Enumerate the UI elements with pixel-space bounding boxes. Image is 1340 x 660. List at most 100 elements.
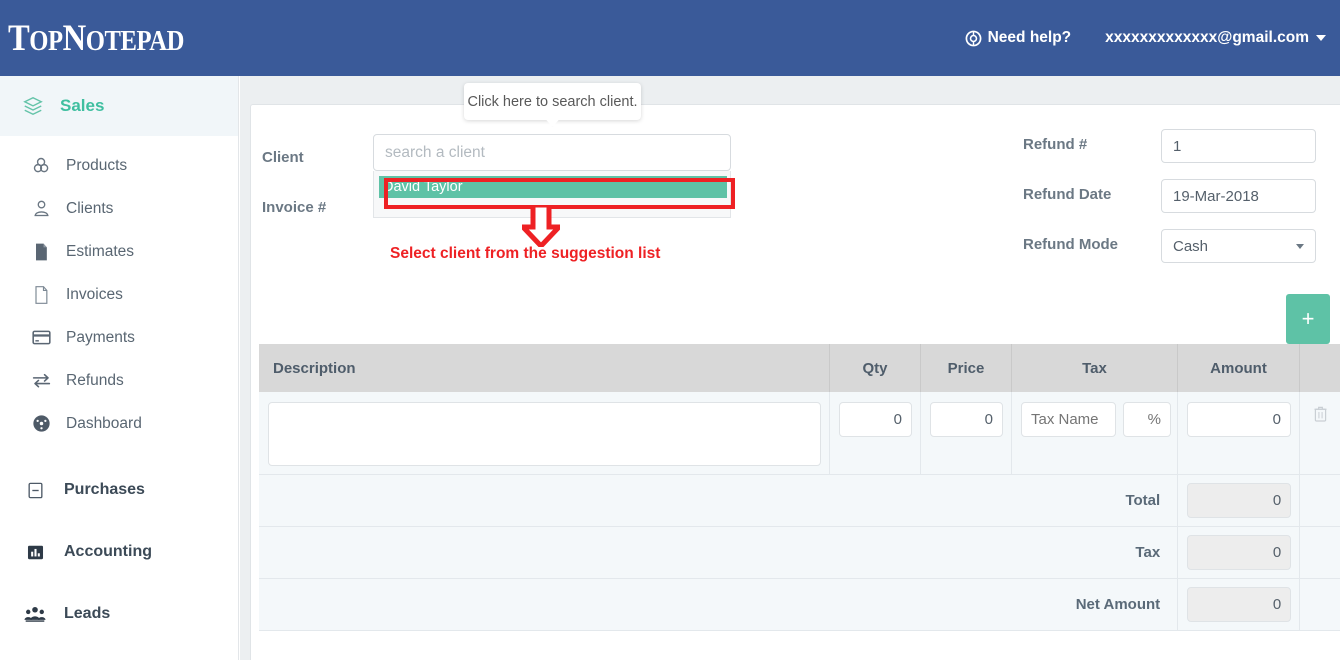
sidebar-item-refunds-label: Refunds [66, 371, 124, 389]
cell-price [921, 392, 1012, 475]
sidebar-item-refunds[interactable]: Refunds [0, 359, 238, 402]
search-client-tooltip: Click here to search client. [464, 83, 641, 127]
refund-number-label: Refund # [1023, 136, 1088, 153]
client-search-group [373, 134, 731, 171]
bar-chart-icon [20, 543, 50, 562]
header-right-group: Need help? xxxxxxxxxxxxx@gmail.com [965, 29, 1326, 47]
user-icon [26, 198, 56, 219]
lifebuoy-icon [965, 30, 982, 46]
column-header-description: Description [259, 344, 830, 392]
app-root: TOPNOTEPAD Need help? xxxxxxxxxxxxx@gmai… [0, 0, 1340, 660]
sidebar-item-leads[interactable]: Leads [0, 583, 238, 645]
cell-actions [1300, 392, 1340, 475]
sidebar-item-products-label: Products [66, 156, 128, 174]
sidebar-item-products[interactable]: Products [0, 144, 238, 187]
cell-tax [1012, 392, 1178, 475]
chevron-down-icon [1296, 243, 1304, 249]
refund-mode-select[interactable]: Cash [1161, 229, 1316, 263]
cell-qty [830, 392, 921, 475]
layers-icon [16, 95, 50, 117]
cell-description [259, 392, 830, 475]
sidebar-item-estimates-label: Estimates [66, 242, 135, 260]
sidebar-item-purchases[interactable]: Purchases [0, 459, 238, 521]
total-label: Total [259, 475, 1179, 527]
sidebar-item-sales-label: Sales [60, 96, 105, 115]
column-header-amount: Amount [1178, 344, 1300, 392]
refund-form-card: Client David Taylor Invoice # Refund # R… [250, 104, 1340, 660]
table-header-row: Description Qty Price Tax Amount [259, 344, 1340, 392]
refund-mode-label: Refund Mode [1023, 236, 1118, 253]
table-row [259, 392, 1340, 475]
column-header-actions [1300, 344, 1340, 392]
price-input[interactable] [930, 402, 1003, 437]
minus-box-icon [20, 481, 50, 500]
plus-icon: + [1301, 306, 1315, 331]
sidebar-item-invoices[interactable]: Invoices [0, 273, 238, 316]
cell-amount [1178, 392, 1300, 475]
description-input[interactable] [268, 402, 821, 466]
totals-row-tax: Tax [259, 527, 1340, 579]
invoice-field-label: Invoice # [262, 199, 327, 216]
sidebar-item-accounting[interactable]: Accounting [0, 521, 238, 583]
totals-actions-spacer [1300, 475, 1340, 527]
sidebar-nav: Sales Products Clients Estimates Invoice… [0, 76, 239, 660]
totals-actions-spacer [1300, 527, 1340, 579]
sidebar-sales-submenu: Products Clients Estimates Invoices Paym… [0, 144, 238, 445]
tax-total-value-input [1187, 535, 1292, 570]
exchange-arrows-icon [26, 370, 56, 391]
sidebar-item-purchases-label: Purchases [64, 481, 145, 498]
top-header-bar: TOPNOTEPAD Need help? xxxxxxxxxxxxx@gmai… [0, 0, 1340, 76]
sidebar-item-leads-label: Leads [64, 605, 111, 622]
sidebar-item-clients[interactable]: Clients [0, 187, 238, 230]
sidebar-item-sales[interactable]: Sales [0, 76, 238, 136]
sidebar-item-estimates[interactable]: Estimates [0, 230, 238, 273]
refund-mode-value: Cash [1173, 237, 1209, 255]
totals-row-total: Total [259, 475, 1340, 527]
sidebar-item-payments-label: Payments [66, 328, 135, 346]
totals-row-net-amount: Net Amount [259, 579, 1340, 631]
client-suggestion-item[interactable]: David Taylor [379, 176, 727, 198]
totals-actions-spacer [1300, 579, 1340, 631]
amount-input[interactable] [1187, 402, 1291, 437]
refund-date-label: Refund Date [1023, 186, 1112, 203]
total-value-cell [1178, 475, 1301, 527]
credit-card-icon [26, 327, 56, 348]
need-help-button[interactable]: Need help? [965, 29, 1072, 47]
trash-icon[interactable] [1314, 406, 1327, 422]
gauge-icon [26, 413, 56, 434]
net-amount-value-input [1187, 587, 1292, 622]
refund-number-input[interactable] [1161, 129, 1316, 163]
total-value-input [1187, 483, 1292, 518]
tax-total-value-cell [1178, 527, 1301, 579]
tax-name-input[interactable] [1021, 402, 1116, 437]
account-menu[interactable]: xxxxxxxxxxxxx@gmail.com [1105, 29, 1326, 47]
sidebar-item-dashboard[interactable]: Dashboard [0, 402, 238, 445]
line-items-table: Description Qty Price Tax Amount 0 0 Tax… [259, 344, 1340, 631]
sidebar-item-dashboard-label: Dashboard [66, 414, 142, 432]
file-outline-icon [26, 285, 56, 305]
annotation-note-text: Select client from the suggestion list [390, 245, 661, 262]
sidebar-item-invoices-label: Invoices [66, 285, 123, 303]
qty-input[interactable] [839, 402, 912, 437]
sidebar-item-clients-label: Clients [66, 199, 114, 217]
sidebar-item-payments[interactable]: Payments [0, 316, 238, 359]
chevron-down-icon [1316, 35, 1326, 41]
tooltip-text: Click here to search client. [467, 93, 638, 110]
file-filled-icon [26, 242, 56, 262]
need-help-label: Need help? [987, 29, 1072, 46]
refund-date-input[interactable] [1161, 179, 1316, 213]
column-header-price: Price [921, 344, 1012, 392]
app-logo[interactable]: TOPNOTEPAD [8, 17, 184, 60]
client-field-label: Client [262, 149, 304, 166]
down-arrow-annotation-icon [522, 205, 560, 247]
boxes-icon [26, 155, 56, 176]
client-search-input[interactable] [373, 134, 731, 171]
tax-total-label: Tax [259, 527, 1179, 579]
account-email-label: xxxxxxxxxxxxx@gmail.com [1105, 29, 1309, 46]
net-amount-label: Net Amount [259, 579, 1179, 631]
column-header-tax: Tax [1012, 344, 1178, 392]
tax-percent-input[interactable] [1123, 402, 1171, 437]
sidebar-item-accounting-label: Accounting [64, 543, 152, 560]
add-line-item-button[interactable]: + [1286, 294, 1330, 344]
column-header-qty: Qty [830, 344, 921, 392]
